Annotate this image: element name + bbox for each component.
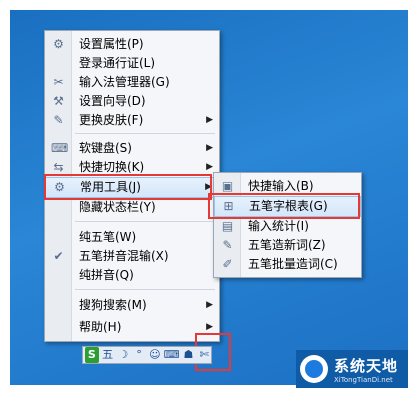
watermark-title: 系统天地 <box>334 356 399 375</box>
switch-icon: ⇆ <box>53 160 64 174</box>
menu-item-settings[interactable]: ⚙ 设置属性(P) <box>45 35 219 54</box>
smile-icon[interactable]: ☺ <box>148 347 162 363</box>
gear-icon: ⚙ <box>53 37 64 51</box>
menu-item-soft-keyboard[interactable]: ⌨ 软键盘(S) ▶ <box>45 139 219 158</box>
watermark-logo: 系统天地 XiTongTianDi.net <box>296 350 408 388</box>
keyboard-icon: ⌨ <box>51 141 69 155</box>
menu-item-ime-manager[interactable]: ✂ 输入法管理器(G) <box>45 73 219 92</box>
check-icon: ✔ <box>53 249 64 263</box>
chevron-right-icon: ▶ <box>206 115 213 125</box>
batch-word-icon: ✐ <box>222 257 233 271</box>
wubi-mode-button[interactable]: 五 <box>101 347 115 363</box>
menu-item-setup-wizard[interactable]: ⚒ 设置向导(D) <box>45 92 219 111</box>
ime-status-toolbar: S 五 ☽ ° ☺ ⌨ ☗ ✄ <box>82 346 212 364</box>
submenu-item-new-word[interactable]: ✎ 五笔造新词(Z) <box>214 236 361 255</box>
sogou-logo-icon[interactable]: S <box>85 347 99 363</box>
menu-item-sogou-search[interactable]: 搜狗搜索(M) ▶ <box>45 296 219 315</box>
menu-item-pure-wubi[interactable]: 纯五笔(W) <box>45 228 219 247</box>
submenu-item-input-stats[interactable]: ▤ 输入统计(I) <box>214 217 361 236</box>
user-icon[interactable]: ☗ <box>182 347 196 363</box>
new-word-icon: ✎ <box>222 238 233 252</box>
menu-item-pure-pinyin[interactable]: 纯拼音(Q) <box>45 266 219 285</box>
annotation-box-radical-table <box>208 193 360 219</box>
menu-item-wubi-pinyin-mixed[interactable]: ✔ 五笔拼音混输(X) <box>45 247 219 266</box>
wand-icon: ⚒ <box>53 94 64 108</box>
chevron-right-icon: ▶ <box>206 300 213 310</box>
wrench-icon[interactable]: ✄ <box>197 347 211 363</box>
common-tools-submenu: ▣ 快捷输入(B) ⊞ 五笔字根表(G) ▤ 输入统计(I) ✎ 五笔造新词(Z… <box>213 172 362 278</box>
punctuation-icon[interactable]: ° <box>132 347 146 363</box>
menu-item-change-skin[interactable]: ✎ 更换皮肤(F) ▶ <box>45 111 219 130</box>
wrench-icon: ✂ <box>53 75 64 89</box>
watermark-subtitle: XiTongTianDi.net <box>334 375 393 384</box>
chevron-right-icon: ▶ <box>206 143 213 153</box>
menu-separator <box>75 289 215 290</box>
submenu-item-batch-word[interactable]: ✐ 五笔批量造词(C) <box>214 255 361 274</box>
keyboard-icon[interactable]: ⌨ <box>164 347 180 363</box>
moon-icon[interactable]: ☽ <box>116 347 130 363</box>
menu-separator <box>75 221 215 222</box>
menu-item-login[interactable]: 登录通行证(L) <box>45 54 219 73</box>
menu-item-hide-statusbar[interactable]: 隐藏状态栏(Y) <box>45 198 219 217</box>
annotation-box-common-tools <box>44 174 212 200</box>
watermark-globe-icon <box>300 355 328 383</box>
brush-icon: ✎ <box>53 113 64 127</box>
menu-item-help[interactable]: 帮助(H) ▶ <box>45 318 219 337</box>
stats-icon: ▤ <box>221 219 234 233</box>
menu-separator <box>75 133 215 134</box>
quick-input-icon: ▣ <box>221 179 234 193</box>
